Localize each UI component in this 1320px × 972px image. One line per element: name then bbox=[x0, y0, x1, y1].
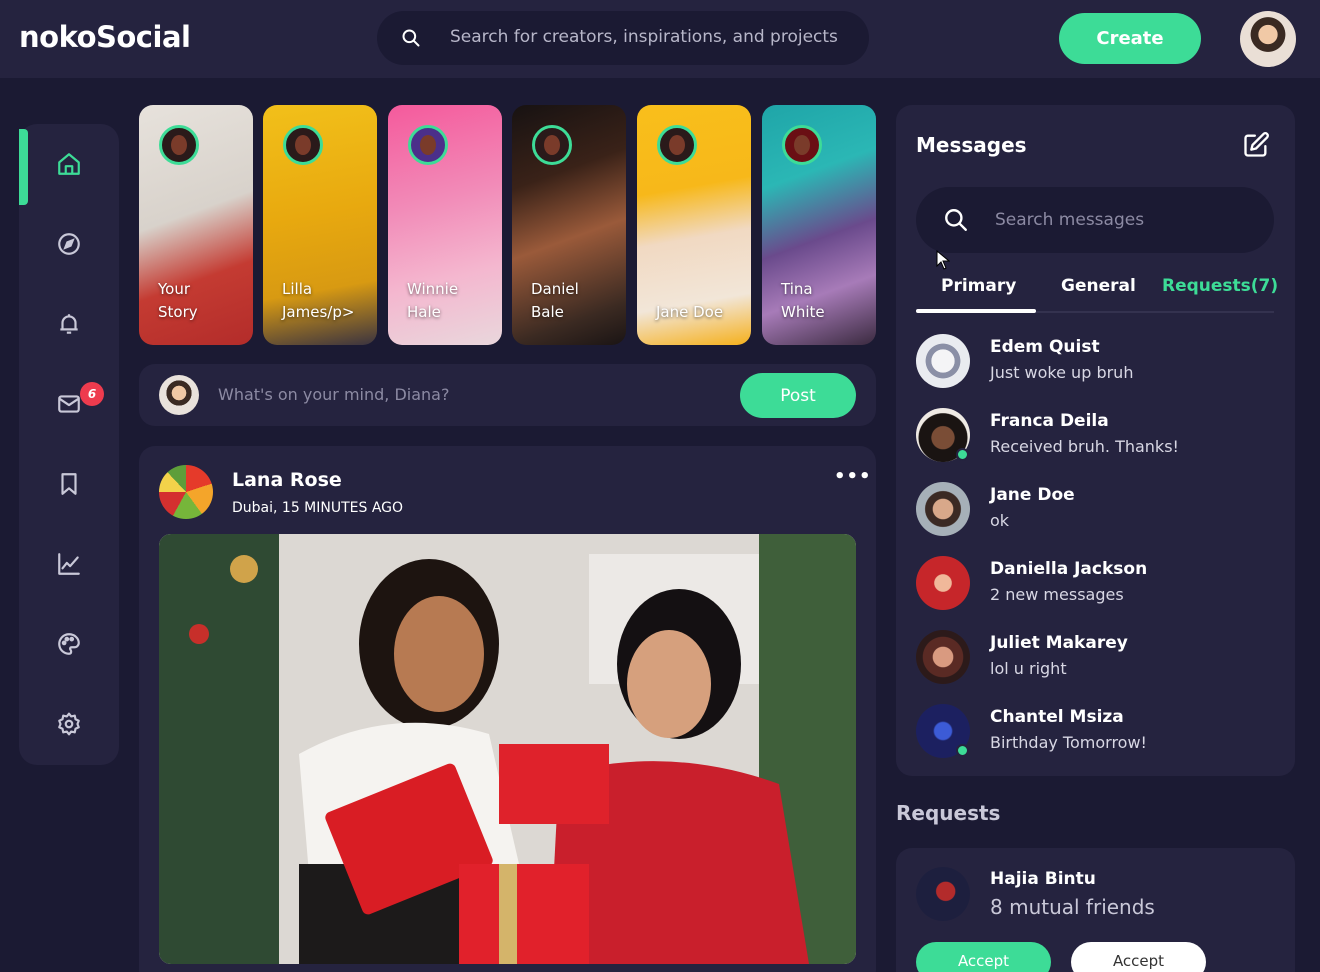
message-avatar bbox=[916, 556, 970, 610]
bookmark-icon bbox=[61, 473, 77, 495]
sidebar bbox=[19, 124, 119, 765]
mouse-cursor-icon bbox=[936, 250, 950, 270]
sidebar-item-home[interactable] bbox=[19, 124, 119, 204]
brand-logo[interactable]: nokoSocial bbox=[19, 20, 191, 54]
sidebar-item-settings[interactable] bbox=[19, 684, 119, 764]
message-sender: Franca Deila bbox=[990, 411, 1109, 431]
story-name-line2: Jane Doe bbox=[656, 303, 724, 321]
mail-icon bbox=[58, 395, 80, 413]
story-avatar bbox=[782, 125, 822, 165]
message-sender: Chantel Msiza bbox=[990, 707, 1124, 727]
message-item[interactable]: Edem Quist Just woke up bruh bbox=[916, 334, 1276, 394]
story-avatar bbox=[532, 125, 572, 165]
composer-avatar bbox=[159, 375, 199, 415]
message-item[interactable]: Jane Doe ok bbox=[916, 482, 1276, 542]
message-sender: Jane Doe bbox=[990, 485, 1075, 505]
request-name[interactable]: Hajia Bintu bbox=[990, 869, 1096, 889]
tab-primary[interactable]: Primary bbox=[941, 276, 1016, 296]
story-card[interactable]: Lilla James/p> bbox=[263, 105, 377, 345]
chart-icon bbox=[58, 553, 80, 575]
messages-title: Messages bbox=[916, 133, 1027, 157]
message-preview: Received bruh. Thanks! bbox=[990, 437, 1179, 456]
request-avatar[interactable] bbox=[916, 867, 970, 921]
requests-title: Requests bbox=[896, 801, 1001, 825]
accept-request-button[interactable]: Accept bbox=[916, 942, 1051, 972]
story-card[interactable]: Daniel Bale bbox=[512, 105, 626, 345]
story-avatar bbox=[408, 125, 448, 165]
global-search-bar[interactable]: Search for creators, inspirations, and p… bbox=[377, 11, 869, 65]
story-name-line2: Bale bbox=[531, 303, 564, 321]
edit-icon[interactable] bbox=[1242, 131, 1270, 159]
tab-general[interactable]: General bbox=[1061, 276, 1136, 296]
message-item[interactable]: Franca Deila Received bruh. Thanks! bbox=[916, 408, 1276, 468]
message-preview: Birthday Tomorrow! bbox=[990, 733, 1147, 752]
message-preview: 2 new messages bbox=[990, 585, 1124, 604]
composer-input[interactable]: What's on your mind, Diana? bbox=[218, 385, 449, 404]
messages-badge: 6 bbox=[80, 382, 104, 406]
message-sender: Daniella Jackson bbox=[990, 559, 1148, 579]
more-options-icon[interactable]: ••• bbox=[834, 466, 872, 487]
sidebar-item-notifications[interactable] bbox=[19, 284, 119, 364]
story-card[interactable]: Your Story bbox=[139, 105, 253, 345]
message-sender: Juliet Makarey bbox=[990, 633, 1128, 653]
feed-author-name[interactable]: Lana Rose bbox=[232, 469, 342, 491]
search-icon bbox=[945, 209, 967, 231]
message-avatar bbox=[916, 482, 970, 536]
decline-request-button[interactable]: Accept bbox=[1071, 942, 1206, 972]
story-avatar bbox=[283, 125, 323, 165]
feed-post-image[interactable] bbox=[159, 534, 856, 964]
story-name-line2: Hale bbox=[407, 303, 441, 321]
compass-icon bbox=[58, 233, 80, 255]
sidebar-item-messages[interactable] bbox=[19, 364, 119, 444]
message-sender: Edem Quist bbox=[990, 337, 1100, 357]
sidebar-item-analytics[interactable] bbox=[19, 524, 119, 604]
message-preview: Just woke up bruh bbox=[990, 363, 1134, 382]
story-avatar bbox=[657, 125, 697, 165]
story-name-line2: James/p> bbox=[282, 303, 355, 321]
palette-icon bbox=[58, 633, 80, 655]
message-preview: ok bbox=[990, 511, 1010, 530]
sidebar-item-bookmarks[interactable] bbox=[19, 444, 119, 524]
request-mutual-friends: 8 mutual friends bbox=[990, 895, 1155, 919]
tab-requests[interactable]: Requests(7) bbox=[1162, 276, 1278, 296]
home-icon bbox=[58, 153, 80, 175]
story-name-line1: Lilla bbox=[282, 280, 313, 298]
message-avatar bbox=[916, 630, 970, 684]
story-name-line2: Story bbox=[158, 303, 198, 321]
message-item[interactable]: Chantel Msiza Birthday Tomorrow! bbox=[916, 704, 1276, 764]
global-search-placeholder: Search for creators, inspirations, and p… bbox=[450, 27, 838, 47]
bell-icon bbox=[60, 314, 78, 334]
sidebar-item-explore[interactable] bbox=[19, 204, 119, 284]
sidebar-item-theme[interactable] bbox=[19, 604, 119, 684]
online-indicator bbox=[956, 448, 969, 461]
story-name-line2: White bbox=[781, 303, 825, 321]
message-item[interactable]: Daniella Jackson 2 new messages bbox=[916, 556, 1276, 616]
gear-icon bbox=[58, 712, 80, 736]
message-search-bar[interactable]: Search messages bbox=[916, 187, 1274, 253]
message-item[interactable]: Juliet Makarey lol u right bbox=[916, 630, 1276, 690]
search-icon bbox=[402, 29, 420, 47]
message-search-placeholder: Search messages bbox=[995, 210, 1145, 230]
post-button[interactable]: Post bbox=[740, 373, 856, 418]
story-card[interactable]: Jane Doe bbox=[637, 105, 751, 345]
story-name-line1: Winnie bbox=[407, 280, 459, 298]
create-button[interactable]: Create bbox=[1059, 13, 1201, 64]
feed-author-avatar[interactable] bbox=[159, 465, 213, 519]
profile-avatar[interactable] bbox=[1240, 11, 1296, 67]
message-preview: lol u right bbox=[990, 659, 1067, 678]
message-avatar bbox=[916, 334, 970, 388]
tab-active-indicator bbox=[916, 309, 1036, 313]
feed-photo-illustration bbox=[159, 534, 856, 964]
story-card[interactable]: Winnie Hale bbox=[388, 105, 502, 345]
story-name-line1: Your bbox=[158, 280, 191, 298]
feed-post-meta: Dubai, 15 MINUTES AGO bbox=[232, 500, 404, 516]
online-indicator bbox=[956, 744, 969, 757]
story-avatar bbox=[159, 125, 199, 165]
story-name-line1: Tina bbox=[781, 280, 813, 298]
story-card[interactable]: Tina White bbox=[762, 105, 876, 345]
story-name-line1: Daniel bbox=[531, 280, 579, 298]
